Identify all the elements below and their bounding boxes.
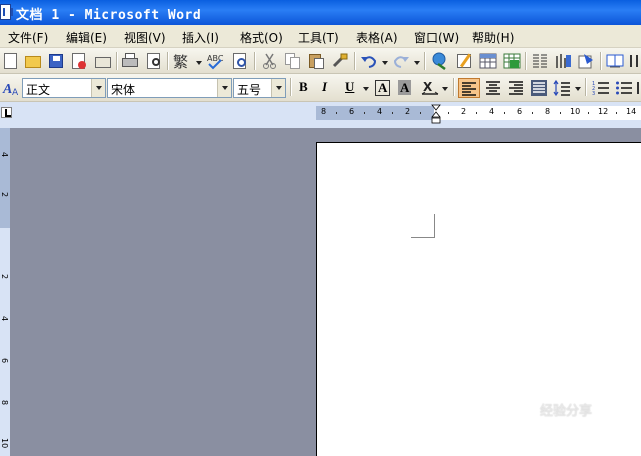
ruler-number: 2 <box>461 107 467 116</box>
ruler-number: 2 <box>0 274 9 280</box>
align-left-icon[interactable] <box>458 78 480 98</box>
format-painter-icon[interactable] <box>331 52 349 70</box>
new-document-icon[interactable] <box>2 52 20 70</box>
columns-icon[interactable] <box>531 52 549 70</box>
read-icon[interactable] <box>606 52 624 70</box>
ruler-number: 6 <box>349 107 355 116</box>
menu-insert[interactable]: 插入(I) <box>182 29 219 46</box>
permission-icon[interactable] <box>70 52 88 70</box>
print-icon[interactable] <box>121 52 139 70</box>
style-combo[interactable]: 正文 <box>22 78 106 98</box>
margin-corner-mark <box>411 214 435 238</box>
top-margin-area <box>0 128 10 228</box>
ruler-number: 6 <box>0 358 9 364</box>
font-combo[interactable]: 宋体 <box>107 78 232 98</box>
left-margin-area <box>316 106 434 120</box>
spelling-icon[interactable]: ABC <box>206 52 224 70</box>
menu-window[interactable]: 窗口(W) <box>414 29 459 46</box>
undo-icon[interactable] <box>360 52 378 70</box>
character-scaling-icon[interactable]: X <box>421 79 439 97</box>
insert-table-icon[interactable] <box>479 52 497 70</box>
window-title: 文档 1 - Microsoft Word <box>16 8 202 23</box>
bullets-icon[interactable] <box>615 79 633 97</box>
line-spacing-icon[interactable] <box>553 79 571 97</box>
hyperlink-icon[interactable] <box>431 52 449 71</box>
svg-text:3: 3 <box>592 91 595 97</box>
drawing-icon[interactable] <box>554 52 572 70</box>
document-page[interactable] <box>316 142 641 456</box>
traditional-chinese-icon[interactable]: 繁 <box>173 51 191 71</box>
styles-formatting-icon[interactable]: AA <box>2 79 20 98</box>
underline-button[interactable]: U <box>345 79 354 95</box>
ruler-number: 10 <box>570 107 581 116</box>
ruler-number: 8 <box>321 107 327 116</box>
align-center-icon[interactable] <box>484 79 502 97</box>
bold-button[interactable]: B <box>299 79 308 95</box>
ruler-number: 14 <box>626 107 637 116</box>
ruler-number: 12 <box>598 107 609 116</box>
watermark: 经验分享 <box>540 404 593 419</box>
research-icon[interactable] <box>231 52 249 70</box>
more-buttons-icon[interactable] <box>628 52 641 70</box>
ruler-number: 8 <box>0 400 9 406</box>
style-dropdown-button[interactable] <box>91 79 105 97</box>
menu-bar: 文件(F) 编辑(E) 视图(V) 插入(I) 格式(O) 工具(T) 表格(A… <box>0 25 641 48</box>
numbering-icon[interactable]: 123 <box>592 79 610 97</box>
ruler-number: 2 <box>405 107 411 116</box>
italic-button[interactable]: I <box>322 79 327 95</box>
tab-selector-icon[interactable] <box>1 107 12 118</box>
ruler-number: 4 <box>0 316 9 322</box>
ruler-number: 4 <box>377 107 383 116</box>
style-value: 正文 <box>26 83 51 97</box>
ruler-number: 4 <box>0 152 9 158</box>
copy-icon[interactable] <box>284 52 302 70</box>
vertical-ruler[interactable]: 4 2 2 4 6 8 10 <box>0 128 10 456</box>
word-app-icon[interactable] <box>0 4 13 20</box>
redo-icon[interactable] <box>392 52 410 70</box>
font-size-value: 五号 <box>237 83 262 97</box>
ruler-number: 10 <box>0 438 9 449</box>
svg-text:A: A <box>12 88 19 97</box>
paste-icon[interactable] <box>307 52 325 70</box>
character-shading-button[interactable]: A <box>398 80 412 95</box>
more-formatting-icon[interactable] <box>636 79 641 97</box>
menu-edit[interactable]: 编辑(E) <box>66 29 107 46</box>
menu-tools[interactable]: 工具(T) <box>298 29 339 46</box>
save-icon[interactable] <box>47 52 65 70</box>
svg-text:A: A <box>2 82 12 97</box>
menu-help[interactable]: 帮助(H) <box>472 29 514 46</box>
document-map-icon[interactable] <box>577 52 595 70</box>
font-value: 宋体 <box>111 83 136 97</box>
open-icon[interactable] <box>24 52 42 70</box>
horizontal-ruler[interactable]: 8 6 4 2 2 4 6 8 10 12 14 <box>316 106 641 120</box>
formatting-toolbar: AA 正文 宋体 五号 B I U A A X 123 <box>0 74 641 102</box>
print-preview-icon[interactable] <box>145 52 163 70</box>
font-dropdown-button[interactable] <box>217 79 231 97</box>
character-border-button[interactable]: A <box>375 80 391 96</box>
font-size-combo[interactable]: 五号 <box>233 78 286 98</box>
title-bar: 文档 1 - Microsoft Word <box>0 0 641 25</box>
distributed-align-icon[interactable] <box>530 79 548 97</box>
menu-file[interactable]: 文件(F) <box>8 29 48 46</box>
standard-toolbar: 繁 ABC <box>0 48 641 74</box>
ruler-number: 8 <box>545 107 551 116</box>
insert-excel-icon[interactable] <box>503 52 521 70</box>
ruler-number: 6 <box>517 107 523 116</box>
tables-borders-icon[interactable] <box>455 52 473 70</box>
menu-view[interactable]: 视图(V) <box>124 29 166 46</box>
menu-format[interactable]: 格式(O) <box>240 29 283 46</box>
ruler-number: 2 <box>0 192 9 198</box>
align-right-icon[interactable] <box>507 79 525 97</box>
email-icon[interactable] <box>94 52 112 70</box>
menu-table[interactable]: 表格(A) <box>356 29 398 46</box>
svg-text:ABC: ABC <box>207 54 224 63</box>
cut-icon[interactable] <box>261 52 279 70</box>
indent-marker-icon[interactable] <box>431 104 441 126</box>
ruler-number: 4 <box>489 107 495 116</box>
font-size-dropdown-button[interactable] <box>271 79 285 97</box>
